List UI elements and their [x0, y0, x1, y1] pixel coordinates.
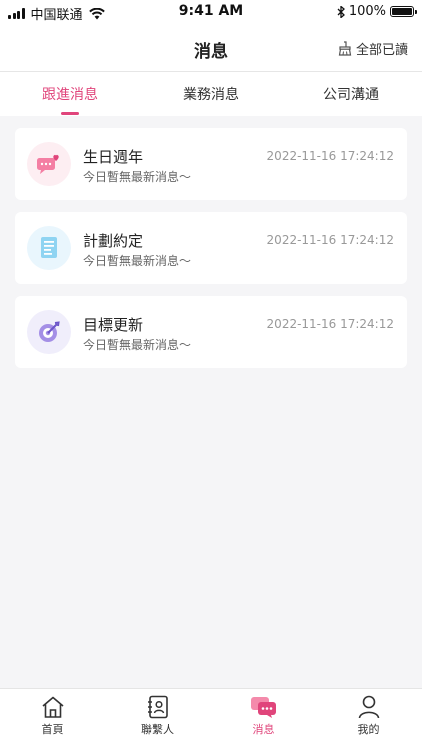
status-bar: 中国联通 9:41 AM 100% [0, 0, 422, 23]
message-item-birthday[interactable]: 生日週年 今日暫無最新消息～ 2022-11-16 17:24:12 [15, 128, 407, 200]
status-right: 100% [337, 4, 417, 19]
message-tabs: 跟進消息 業務消息 公司溝通 [0, 72, 422, 116]
battery-icon [390, 6, 417, 17]
read-all-label: 全部已讀 [355, 43, 408, 58]
tab-label: 跟進消息 [42, 87, 98, 103]
plan-document-icon [27, 226, 71, 270]
tab-label: 業務消息 [183, 87, 239, 103]
message-list: 生日週年 今日暫無最新消息～ 2022-11-16 17:24:12 計劃約定 … [15, 128, 407, 380]
home-icon [41, 696, 64, 718]
message-title: 目標更新 [83, 316, 144, 334]
tab-follow-up[interactable]: 跟進消息 [0, 84, 140, 115]
bottom-tab-bar: 首頁 聯繫人 消息 我的 [0, 688, 422, 750]
tabbar-profile[interactable]: 我的 [316, 693, 421, 747]
tabbar-label: 聯繫人 [141, 723, 174, 736]
tab-company[interactable]: 公司溝通 [281, 84, 421, 104]
tabbar-contacts[interactable]: 聯繫人 [105, 693, 210, 747]
active-tab-indicator [61, 112, 79, 115]
message-title: 計劃約定 [83, 232, 144, 250]
battery-percent: 100% [348, 4, 386, 19]
tabbar-label: 我的 [357, 723, 380, 736]
message-time: 2022-11-16 17:24:12 [266, 233, 394, 247]
tabbar-label: 首頁 [41, 723, 64, 736]
tab-business[interactable]: 業務消息 [141, 84, 281, 104]
message-time: 2022-11-16 17:24:12 [266, 149, 394, 163]
tabbar-label: 消息 [252, 723, 275, 736]
birthday-chat-icon [27, 142, 71, 186]
tabbar-home[interactable]: 首頁 [0, 693, 105, 747]
message-item-plan[interactable]: 計劃約定 今日暫無最新消息～ 2022-11-16 17:24:12 [15, 212, 407, 284]
messages-icon [250, 697, 276, 718]
message-item-target[interactable]: 目標更新 今日暫無最新消息～ 2022-11-16 17:24:12 [15, 296, 407, 368]
tabbar-messages[interactable]: 消息 [211, 693, 316, 747]
message-preview: 今日暫無最新消息～ [83, 338, 192, 352]
read-all-button[interactable]: 全部已讀 [338, 39, 408, 58]
navigation-bar: 消息 全部已讀 [0, 22, 422, 72]
message-preview: 今日暫無最新消息～ [83, 254, 192, 268]
bluetooth-icon [337, 5, 345, 18]
message-preview: 今日暫無最新消息～ [83, 170, 192, 184]
message-title: 生日週年 [83, 148, 144, 166]
tab-label: 公司溝通 [323, 87, 379, 103]
message-time: 2022-11-16 17:24:12 [266, 317, 394, 331]
target-icon [27, 310, 71, 354]
broom-icon [338, 41, 352, 56]
profile-icon [358, 695, 379, 719]
contacts-icon [147, 695, 168, 719]
